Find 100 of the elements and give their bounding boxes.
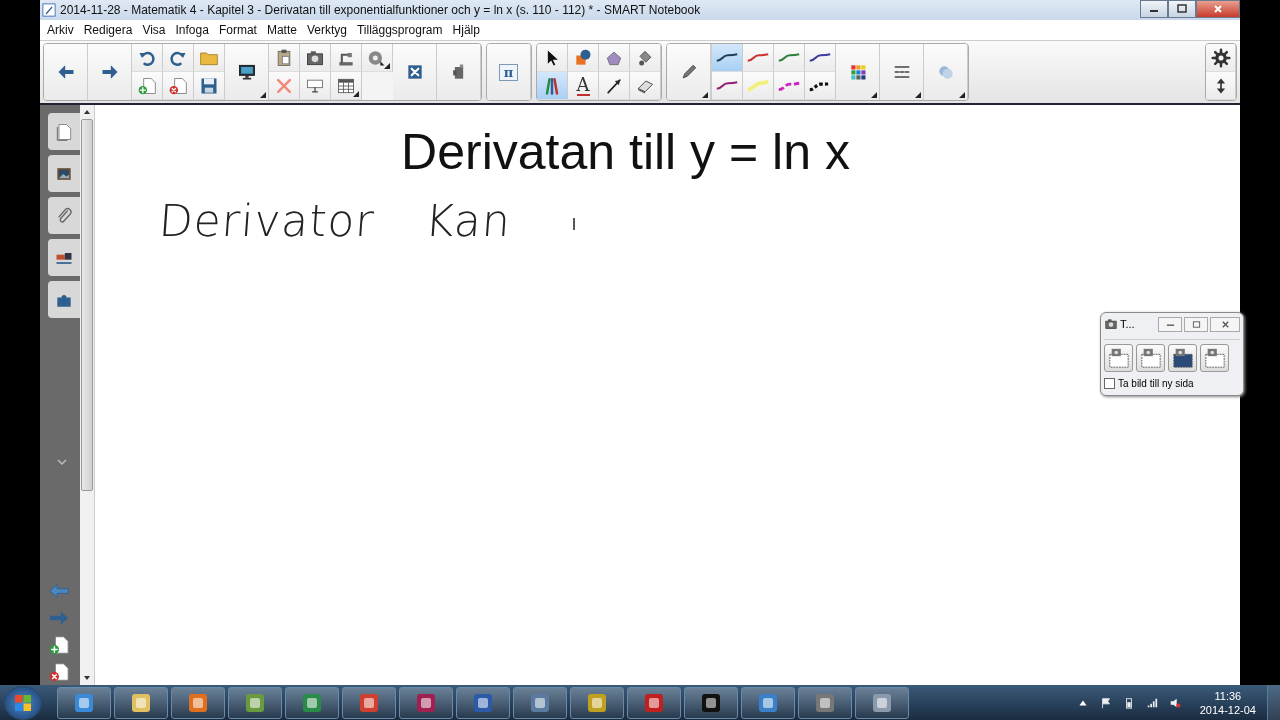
- word-processor-taskbar-button[interactable]: [456, 686, 510, 719]
- menu-item[interactable]: Visa: [137, 23, 171, 37]
- flag-icon[interactable]: [1099, 696, 1112, 709]
- menu-item[interactable]: Verktyg: [301, 23, 352, 37]
- checkbox[interactable]: [1104, 378, 1115, 389]
- gadget-button[interactable]: [437, 44, 481, 100]
- screen-capture-button[interactable]: [1168, 344, 1197, 372]
- menu-item[interactable]: Format: [213, 23, 262, 37]
- menu-item[interactable]: Infoga: [170, 23, 214, 37]
- line-style-button[interactable]: [880, 44, 924, 100]
- pen-button[interactable]: [667, 44, 711, 100]
- line-tool-button[interactable]: [599, 72, 630, 100]
- monitor-button[interactable]: [225, 44, 269, 100]
- screen-capture-icon: [1107, 347, 1130, 369]
- text-tool-button[interactable]: A: [568, 72, 599, 100]
- properties-tab[interactable]: [48, 239, 80, 276]
- disc-app-taskbar-button[interactable]: [570, 686, 624, 719]
- screen-capture-icon: [1171, 347, 1194, 369]
- menu-item[interactable]: Matte: [261, 23, 302, 37]
- maximize-button[interactable]: [1184, 316, 1208, 332]
- paperclip-tab[interactable]: [48, 197, 80, 234]
- close-button[interactable]: [1196, 0, 1240, 18]
- settings-icon: [1210, 47, 1231, 68]
- clock-date: 2014-12-04: [1199, 702, 1256, 717]
- math-button[interactable]: π: [487, 44, 531, 100]
- clipboard-button[interactable]: [269, 44, 300, 72]
- move-toolbar-button[interactable]: [1206, 72, 1236, 100]
- close-button[interactable]: [1210, 316, 1240, 332]
- tools-button[interactable]: [393, 44, 437, 100]
- magic-tool-button[interactable]: [599, 44, 630, 72]
- speaker-icon[interactable]: [1168, 696, 1181, 709]
- delete-page-button[interactable]: [163, 72, 194, 100]
- chrome-taskbar-button[interactable]: [342, 686, 396, 719]
- collapse-icon[interactable]: [56, 458, 68, 466]
- windows-logo-icon: [13, 692, 33, 713]
- undo-button[interactable]: [132, 44, 163, 72]
- network-app-taskbar-button[interactable]: [513, 686, 567, 719]
- palette-button[interactable]: [836, 44, 880, 100]
- internet-explorer-taskbar-button[interactable]: [57, 686, 111, 719]
- scrollbar[interactable]: [80, 105, 95, 685]
- menu-item[interactable]: Tilläggsprogram: [351, 23, 448, 37]
- start-button[interactable]: [4, 685, 42, 720]
- app-icon: [42, 3, 56, 17]
- pdf-reader-taskbar-button[interactable]: [627, 686, 681, 719]
- page-sorter-icon: [54, 121, 74, 142]
- scroll-down-icon[interactable]: [83, 675, 91, 681]
- table-button[interactable]: [331, 72, 362, 100]
- media-player-taskbar-button[interactable]: [171, 686, 225, 719]
- clock[interactable]: 11:36 2014-12-04: [1199, 688, 1256, 717]
- area-capture-button[interactable]: [1104, 344, 1133, 372]
- delete-page-icon: [168, 75, 188, 96]
- screen-capture-icon: [1203, 347, 1226, 369]
- save-button[interactable]: [194, 72, 225, 100]
- folder-button[interactable]: [194, 44, 225, 72]
- redo-button[interactable]: [163, 44, 194, 72]
- camera-app-taskbar-button[interactable]: [798, 686, 852, 719]
- add-page-icon[interactable]: [48, 634, 70, 656]
- pens-tool-button[interactable]: [537, 72, 568, 100]
- add-page-icon: [137, 75, 157, 96]
- reel-button[interactable]: [362, 44, 393, 72]
- command-prompt-taskbar-button[interactable]: [684, 686, 738, 719]
- media-app-taskbar-button[interactable]: [399, 686, 453, 719]
- gallery-tab[interactable]: [48, 155, 80, 192]
- eraser-tool-button[interactable]: [630, 72, 661, 100]
- page-sorter-tab[interactable]: [48, 113, 80, 150]
- settings-button[interactable]: [1206, 44, 1236, 72]
- puzzle-tab[interactable]: [48, 281, 80, 318]
- menu-item[interactable]: Redigera: [78, 23, 138, 37]
- document-app-taskbar-button[interactable]: [855, 686, 909, 719]
- pen-style-button[interactable]: [712, 72, 743, 100]
- monitor-icon: [236, 62, 257, 82]
- bucket-tool-button[interactable]: [630, 44, 661, 72]
- freehand-capture-button[interactable]: [1200, 344, 1229, 372]
- maximize-button[interactable]: [1168, 0, 1196, 18]
- forward-arrow-button[interactable]: [88, 44, 132, 100]
- spreadsheet-app-taskbar-button[interactable]: [285, 686, 339, 719]
- window-title: 2014-11-28 - Matematik 4 - Kapitel 3 - Derivatan till exponentialfunktioner och y = ln x (s. 110 - 112) * - SMART Notebook: [60, 3, 701, 17]
- delete-page-icon[interactable]: [48, 661, 70, 683]
- screen-shade-button[interactable]: [300, 72, 331, 100]
- scroll-thumb[interactable]: [81, 119, 93, 491]
- window-capture-button[interactable]: [1136, 344, 1165, 372]
- document-camera-button[interactable]: [331, 44, 362, 72]
- whiteboard-app-taskbar-button[interactable]: [741, 686, 795, 719]
- pen-style-button[interactable]: [805, 72, 836, 100]
- notebook-app-taskbar-button[interactable]: [228, 686, 282, 719]
- minimize-button[interactable]: [1140, 0, 1168, 18]
- select-tool-button[interactable]: [537, 44, 568, 72]
- file-explorer-taskbar-button[interactable]: [114, 686, 168, 719]
- menu-item[interactable]: Arkiv: [42, 23, 79, 37]
- camera-button[interactable]: [300, 44, 331, 72]
- scroll-up-icon[interactable]: [83, 109, 91, 115]
- add-page-button[interactable]: [132, 72, 163, 100]
- maximize-icon: [1177, 4, 1187, 14]
- signal-icon[interactable]: [1145, 696, 1158, 709]
- maximize-icon: [1191, 319, 1201, 329]
- back-arrow-button[interactable]: [44, 44, 88, 100]
- pen-style-button[interactable]: [805, 44, 836, 72]
- shapes-tool-button[interactable]: [568, 44, 599, 72]
- menu-item[interactable]: Hjälp: [447, 23, 485, 37]
- pen-style-button[interactable]: [712, 44, 743, 72]
